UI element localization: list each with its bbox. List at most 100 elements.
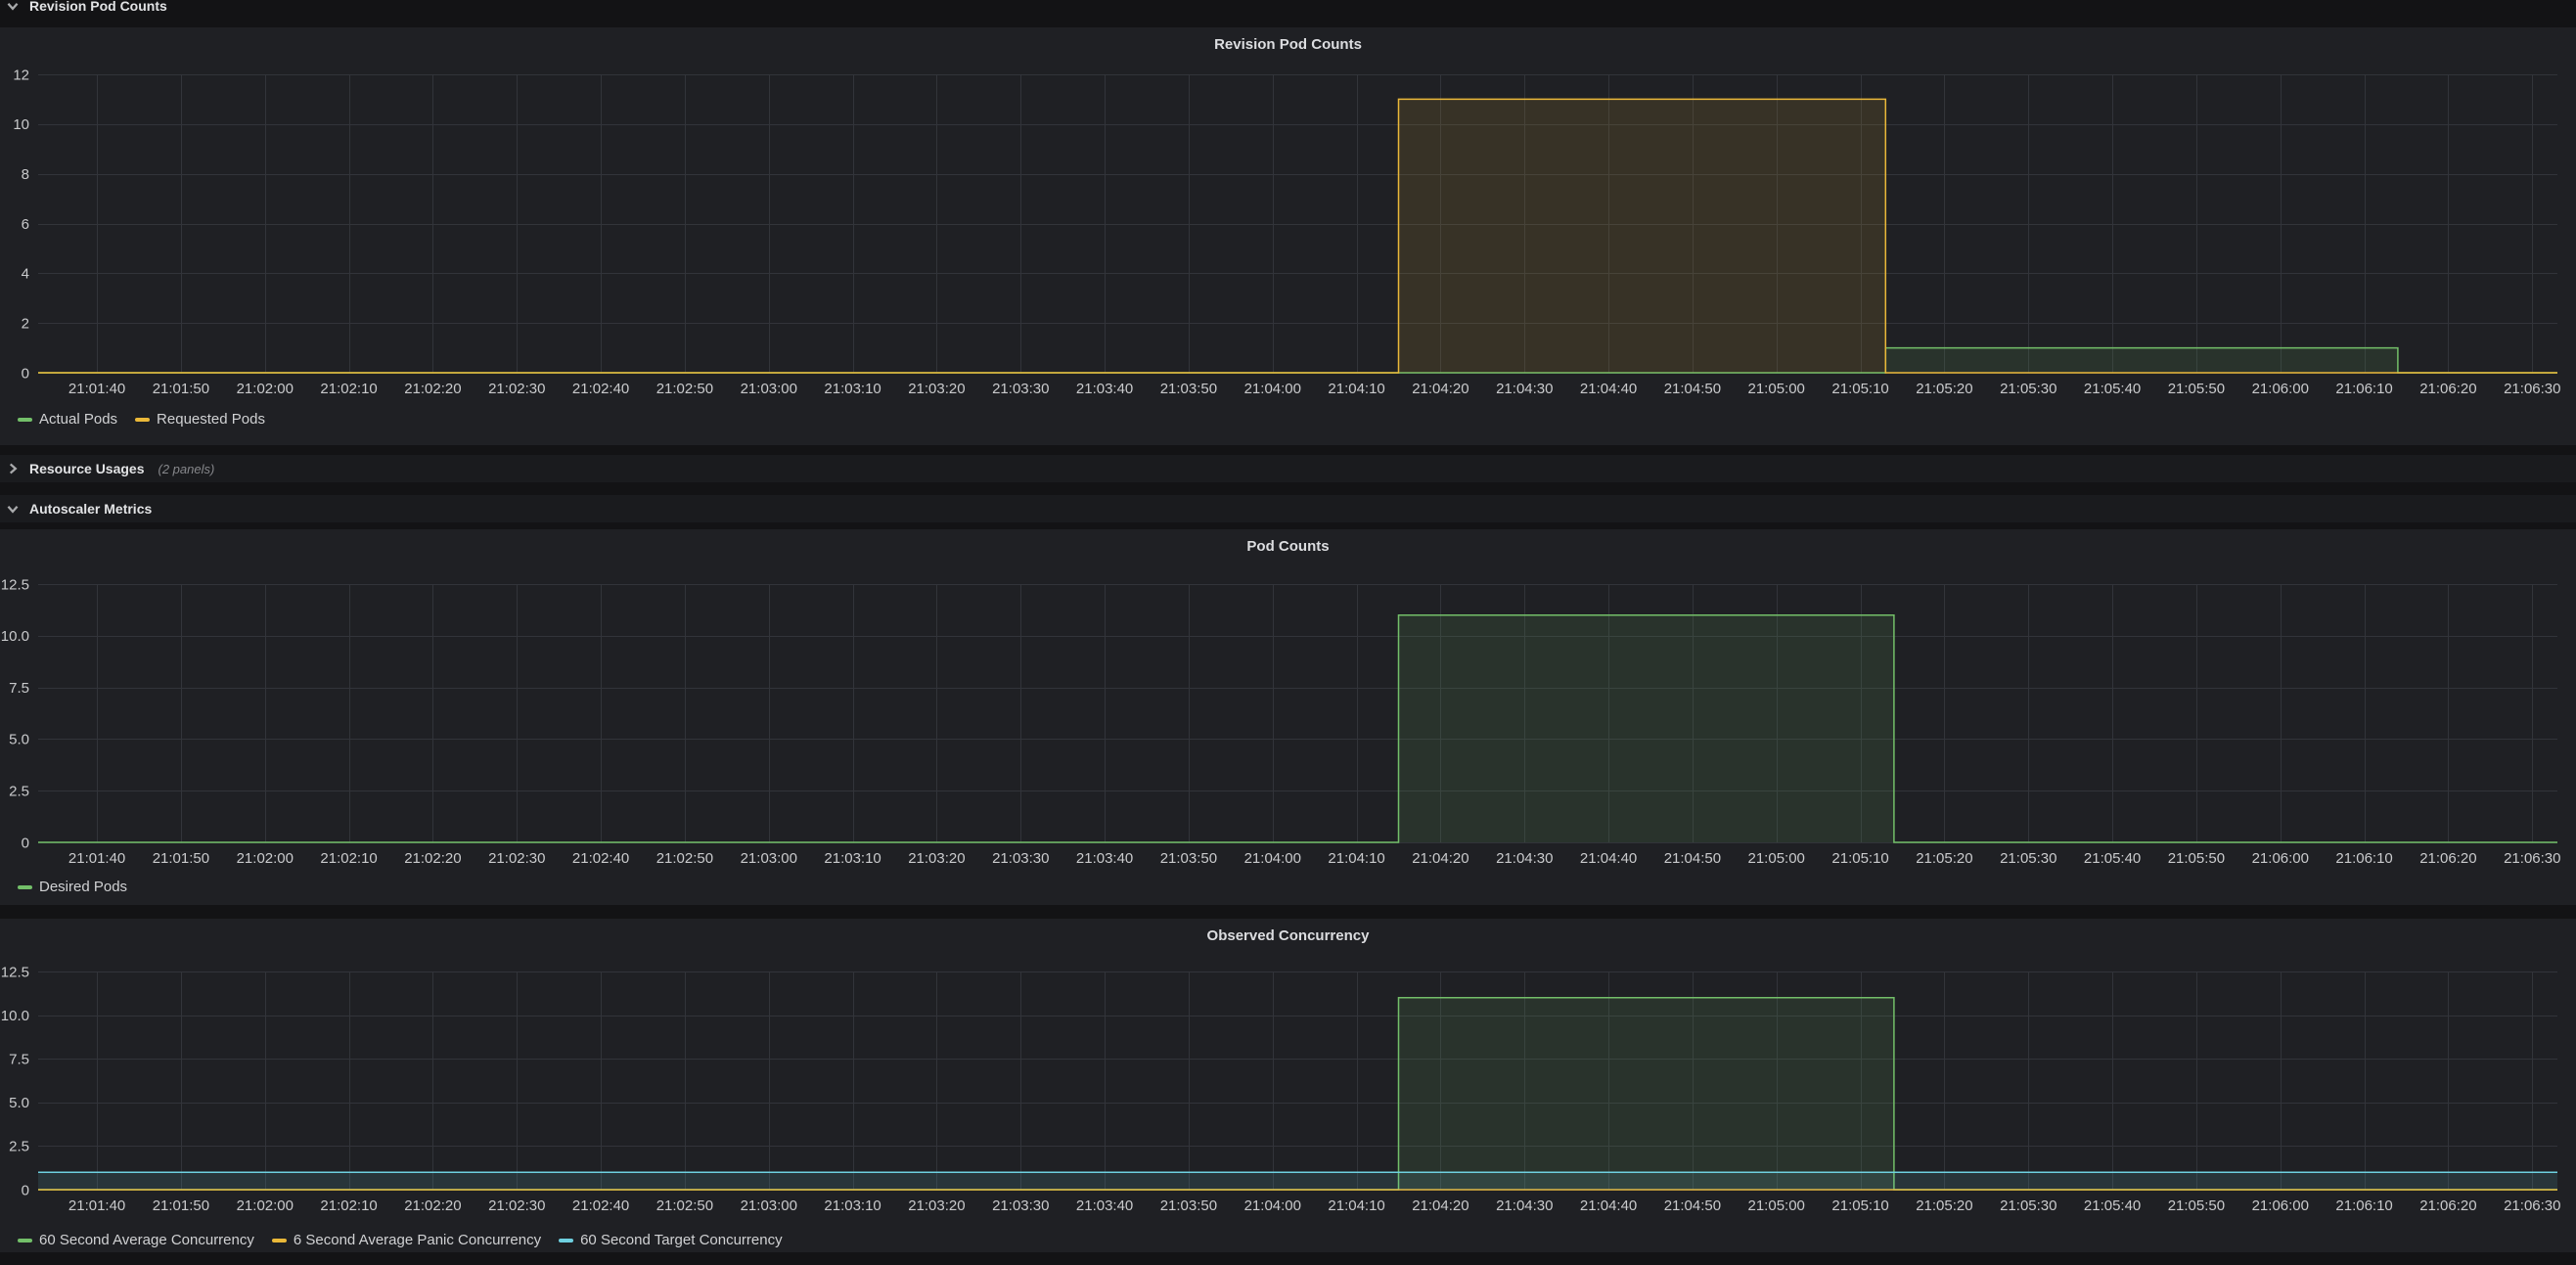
- gridlines: [38, 74, 2557, 374]
- svg-text:21:05:50: 21:05:50: [2168, 1197, 2225, 1214]
- legend-series-color-dash: [559, 1239, 573, 1242]
- panel-title-observed-concurrency[interactable]: Observed Concurrency: [0, 919, 2576, 952]
- x-axis-labels: 21:01:40 21:01:50 21:02:00 21:02:10 21:02:20…: [68, 1197, 2561, 1214]
- chevron-down-icon: [5, 0, 21, 14]
- svg-text:21:04:10: 21:04:10: [1328, 850, 1384, 867]
- svg-text:21:04:00: 21:04:00: [1244, 381, 1301, 397]
- svg-text:2.5: 2.5: [9, 783, 29, 799]
- svg-text:21:04:40: 21:04:40: [1580, 850, 1637, 867]
- panel-observed-concurrency: Observed Concurrency 0 2.5 5.0 7.5 10.0 12.5 2…: [0, 919, 2576, 1252]
- section-title-autoscaler-metrics: Autoscaler Metrics: [29, 501, 152, 517]
- gridlines: [38, 971, 2557, 1191]
- svg-text:12.5: 12.5: [1, 964, 29, 980]
- svg-text:21:02:50: 21:02:50: [656, 1197, 713, 1214]
- svg-text:21:06:30: 21:06:30: [2504, 1197, 2560, 1214]
- svg-text:21:02:00: 21:02:00: [237, 850, 294, 867]
- svg-text:21:01:50: 21:01:50: [153, 381, 209, 397]
- svg-text:21:01:50: 21:01:50: [153, 1197, 209, 1214]
- x-axis-labels: 21:01:4021:01:5021:02:0021:02:1021:02:20…: [68, 850, 2561, 867]
- svg-text:21:04:20: 21:04:20: [1412, 1197, 1469, 1214]
- row-header-resource-usages[interactable]: Resource Usages (2 panels): [0, 455, 2576, 482]
- svg-text:21:03:00: 21:03:00: [741, 381, 797, 397]
- svg-text:0: 0: [22, 365, 29, 382]
- svg-text:21:02:30: 21:02:30: [488, 381, 545, 397]
- svg-text:21:05:30: 21:05:30: [2000, 850, 2056, 867]
- svg-text:2.5: 2.5: [9, 1139, 29, 1155]
- svg-text:0: 0: [22, 1182, 29, 1198]
- legend-series-label: Requested Pods: [157, 408, 265, 431]
- svg-text:21:03:20: 21:03:20: [908, 1197, 965, 1214]
- panel-title-pod-counts[interactable]: Pod Counts: [0, 529, 2576, 563]
- svg-text:21:04:50: 21:04:50: [1664, 381, 1721, 397]
- svg-text:10: 10: [13, 116, 29, 133]
- legend-item-6-second-average-panic-concurrency[interactable]: 6 Second Average Panic Concurrency: [272, 1229, 541, 1252]
- legend-item-actual-pods[interactable]: Actual Pods: [18, 408, 117, 431]
- svg-text:21:05:40: 21:05:40: [2084, 381, 2141, 397]
- grafana-dashboard: Revision Pod Counts Revision Pod Counts …: [0, 0, 2576, 1265]
- svg-text:21:02:00: 21:02:00: [237, 1197, 294, 1214]
- svg-text:0: 0: [22, 835, 29, 851]
- legend-series-color-dash: [18, 418, 32, 422]
- chart-pod-counts[interactable]: 02.55.07.510.012.521:01:4021:01:5021:02:…: [0, 574, 2576, 870]
- chart-canvas[interactable]: 0 2.5 5.0 7.5 10.0 12.5 21:01:40 21:01:50 21:02:…: [0, 962, 2576, 1217]
- svg-text:21:02:10: 21:02:10: [320, 1197, 377, 1214]
- panel-revision-pod-counts: Revision Pod Counts 02468101221:01:4021:…: [0, 27, 2576, 445]
- svg-text:21:06:00: 21:06:00: [2252, 850, 2309, 867]
- panel-title-revision-pod-counts[interactable]: Revision Pod Counts: [0, 27, 2576, 61]
- svg-text:2: 2: [22, 315, 29, 332]
- svg-text:21:06:20: 21:06:20: [2419, 1197, 2476, 1214]
- legend-series-label: 60 Second Target Concurrency: [580, 1229, 783, 1252]
- svg-text:5.0: 5.0: [9, 1095, 29, 1111]
- legend-series-color-dash: [135, 418, 150, 422]
- chevron-right-icon: [5, 461, 21, 476]
- y-axis-labels: 0 2.5 5.0 7.5 10.0 12.5: [1, 964, 29, 1198]
- series-60-second-target-concurrency: [38, 1172, 2557, 1190]
- legend-item-requested-pods[interactable]: Requested Pods: [135, 408, 265, 431]
- series-requested-pods: [38, 99, 2557, 373]
- legend-series-color-dash: [18, 1239, 32, 1242]
- section-title-resource-usages: Resource Usages: [29, 461, 145, 476]
- chart-observed-concurrency[interactable]: 0 2.5 5.0 7.5 10.0 12.5 21:01:40 21:01:50 21:02:…: [0, 962, 2576, 1217]
- svg-text:21:03:10: 21:03:10: [824, 381, 881, 397]
- svg-text:21:04:50: 21:04:50: [1664, 850, 1721, 867]
- svg-text:12: 12: [13, 67, 29, 83]
- legend-series-label: 6 Second Average Panic Concurrency: [294, 1229, 541, 1252]
- row-header-revision-pod-counts[interactable]: Revision Pod Counts: [0, 0, 2576, 27]
- svg-text:7.5: 7.5: [9, 1051, 29, 1067]
- svg-text:21:02:50: 21:02:50: [656, 850, 713, 867]
- svg-text:21:02:00: 21:02:00: [237, 381, 294, 397]
- svg-text:21:02:20: 21:02:20: [404, 1197, 461, 1214]
- row-header-autoscaler-metrics[interactable]: Autoscaler Metrics: [0, 495, 2576, 522]
- svg-text:21:02:30: 21:02:30: [488, 850, 545, 867]
- section-title-revision-pod-counts: Revision Pod Counts: [29, 0, 167, 14]
- legend-item-60-second-average-concurrency[interactable]: 60 Second Average Concurrency: [18, 1229, 254, 1252]
- svg-text:21:03:40: 21:03:40: [1076, 850, 1133, 867]
- svg-text:21:04:10: 21:04:10: [1328, 1197, 1384, 1214]
- chart-canvas[interactable]: 02468101221:01:4021:01:5021:02:0021:02:1…: [0, 65, 2576, 400]
- chart-canvas[interactable]: 02.55.07.510.012.521:01:4021:01:5021:02:…: [0, 574, 2576, 870]
- svg-text:21:05:10: 21:05:10: [1831, 850, 1888, 867]
- legend-series-color-dash: [18, 885, 32, 889]
- svg-text:21:02:10: 21:02:10: [320, 850, 377, 867]
- svg-text:21:06:10: 21:06:10: [2335, 850, 2392, 867]
- svg-text:21:01:40: 21:01:40: [68, 1197, 125, 1214]
- svg-text:21:05:40: 21:05:40: [2084, 850, 2141, 867]
- legend-series-label: Desired Pods: [39, 876, 127, 899]
- svg-text:21:06:00: 21:06:00: [2252, 381, 2309, 397]
- svg-text:21:01:50: 21:01:50: [153, 850, 209, 867]
- svg-text:10.0: 10.0: [1, 1008, 29, 1024]
- chart-revision-pod-counts[interactable]: 02468101221:01:4021:01:5021:02:0021:02:1…: [0, 65, 2576, 400]
- series-60-second-average-concurrency: [38, 998, 2557, 1190]
- svg-text:21:03:30: 21:03:30: [992, 381, 1049, 397]
- legend-item-60-second-target-concurrency[interactable]: 60 Second Target Concurrency: [559, 1229, 783, 1252]
- svg-text:21:05:20: 21:05:20: [1916, 1197, 1972, 1214]
- y-axis-labels: 024681012: [13, 67, 29, 382]
- svg-text:21:03:00: 21:03:00: [741, 850, 797, 867]
- legend-item-desired-pods[interactable]: Desired Pods: [18, 876, 127, 899]
- svg-text:21:03:10: 21:03:10: [824, 850, 881, 867]
- series-actual-pods: [38, 348, 2557, 373]
- svg-text:21:06:00: 21:06:00: [2252, 1197, 2309, 1214]
- svg-text:21:03:50: 21:03:50: [1160, 850, 1217, 867]
- svg-text:21:05:20: 21:05:20: [1916, 381, 1972, 397]
- svg-text:21:01:40: 21:01:40: [68, 850, 125, 867]
